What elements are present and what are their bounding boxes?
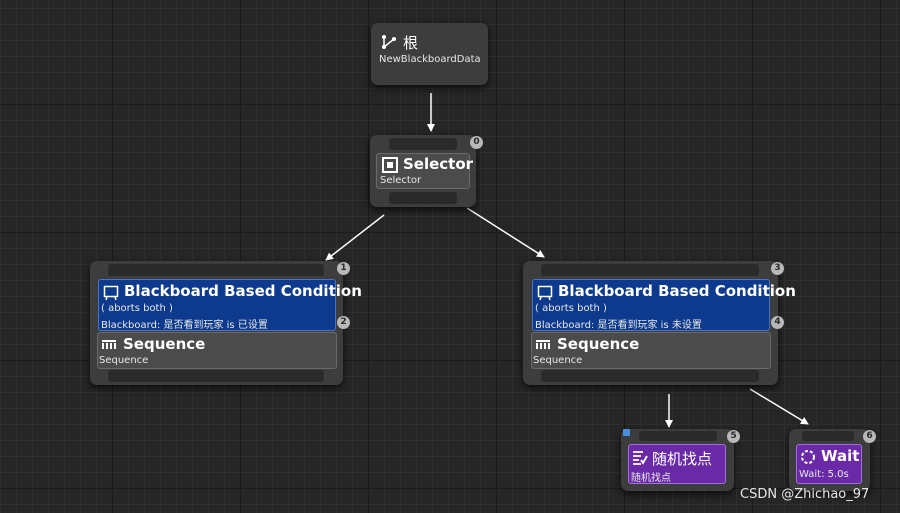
left-sequence-title: Sequence xyxy=(123,335,206,353)
right-output-pin[interactable] xyxy=(541,370,759,382)
right-sequence-title: Sequence xyxy=(557,335,640,353)
right-sequence-subtitle: Sequence xyxy=(533,355,583,366)
wire-selector-right xyxy=(466,207,545,258)
root-node[interactable]: 根 NewBlackboardData xyxy=(371,23,488,85)
task-wait-box: Wait Wait: 5.0s xyxy=(796,444,862,484)
wire-selector-left xyxy=(325,214,385,261)
blackboard-icon xyxy=(537,285,553,301)
left-input-pin[interactable] xyxy=(108,264,324,276)
left-sequence-index-badge: 2 xyxy=(337,316,350,329)
right-sequence-index-badge: 4 xyxy=(771,316,784,329)
sequence-icon xyxy=(536,340,550,349)
right-decorator-aborts: ( aborts both ) xyxy=(535,303,607,314)
task-wait-index-badge: 6 xyxy=(863,430,876,443)
task-icon xyxy=(633,451,648,465)
task-random-title: 随机找点 xyxy=(652,450,713,468)
selector-index-badge: 0 xyxy=(470,136,483,149)
selector-node[interactable]: Selector Selector 0 xyxy=(370,135,483,207)
left-decorator-aborts: ( aborts both ) xyxy=(101,303,173,314)
right-input-pin[interactable] xyxy=(541,264,759,276)
selector-icon xyxy=(382,157,398,173)
left-decorator[interactable]: Blackboard Based Condition ( aborts both… xyxy=(98,279,362,331)
right-decorator-key: Blackboard: 是否看到玩家 is 未设置 xyxy=(535,320,702,331)
left-sequence-subtitle: Sequence xyxy=(99,355,149,366)
selector-output-pin[interactable] xyxy=(389,192,457,204)
right-decorator-title: Blackboard Based Condition xyxy=(558,282,796,300)
right-sequence-node[interactable]: Blackboard Based Condition ( aborts both… xyxy=(523,261,796,385)
watermark-text: CSDN @Zhichao_97 xyxy=(740,487,870,502)
task-random-input-pin[interactable] xyxy=(639,431,717,441)
task-wait-input-pin[interactable] xyxy=(802,431,854,441)
selector-title: Selector xyxy=(403,155,474,173)
selector-input-pin[interactable] xyxy=(389,138,457,150)
task-random-subtitle: 随机找点 xyxy=(631,473,671,484)
blueprint-marker-icon xyxy=(623,429,630,436)
selector-subtitle: Selector xyxy=(380,175,422,186)
left-output-pin[interactable] xyxy=(108,370,324,382)
blackboard-icon xyxy=(103,285,119,301)
task-random-box: 随机找点 随机找点 xyxy=(628,444,726,484)
sequence-icon xyxy=(102,340,116,349)
wait-icon xyxy=(801,450,815,464)
selector-box: Selector Selector xyxy=(376,153,474,189)
task-wait-subtitle: Wait: 5.0s xyxy=(799,469,849,480)
left-decorator-key: Blackboard: 是否看到玩家 is 已设置 xyxy=(101,320,268,331)
task-wait-title: Wait xyxy=(821,447,860,465)
root-title: 根 xyxy=(403,34,419,52)
left-sequence-box: Sequence Sequence xyxy=(97,332,337,369)
right-decorator-index-badge: 3 xyxy=(771,262,784,275)
root-subtitle: NewBlackboardData xyxy=(379,54,481,65)
task-wait-node[interactable]: Wait Wait: 5.0s 6 xyxy=(789,429,876,491)
left-decorator-index-badge: 1 xyxy=(337,262,350,275)
task-random-index-badge: 5 xyxy=(727,430,740,443)
task-random-node[interactable]: 随机找点 随机找点 5 xyxy=(621,429,740,491)
left-decorator-title: Blackboard Based Condition xyxy=(124,282,362,300)
left-sequence-node[interactable]: Blackboard Based Condition ( aborts both… xyxy=(90,261,362,385)
right-decorator[interactable]: Blackboard Based Condition ( aborts both… xyxy=(532,279,796,331)
right-sequence-box: Sequence Sequence xyxy=(531,332,771,369)
root-icon xyxy=(382,35,396,49)
wire-sequence-wait xyxy=(749,388,809,425)
